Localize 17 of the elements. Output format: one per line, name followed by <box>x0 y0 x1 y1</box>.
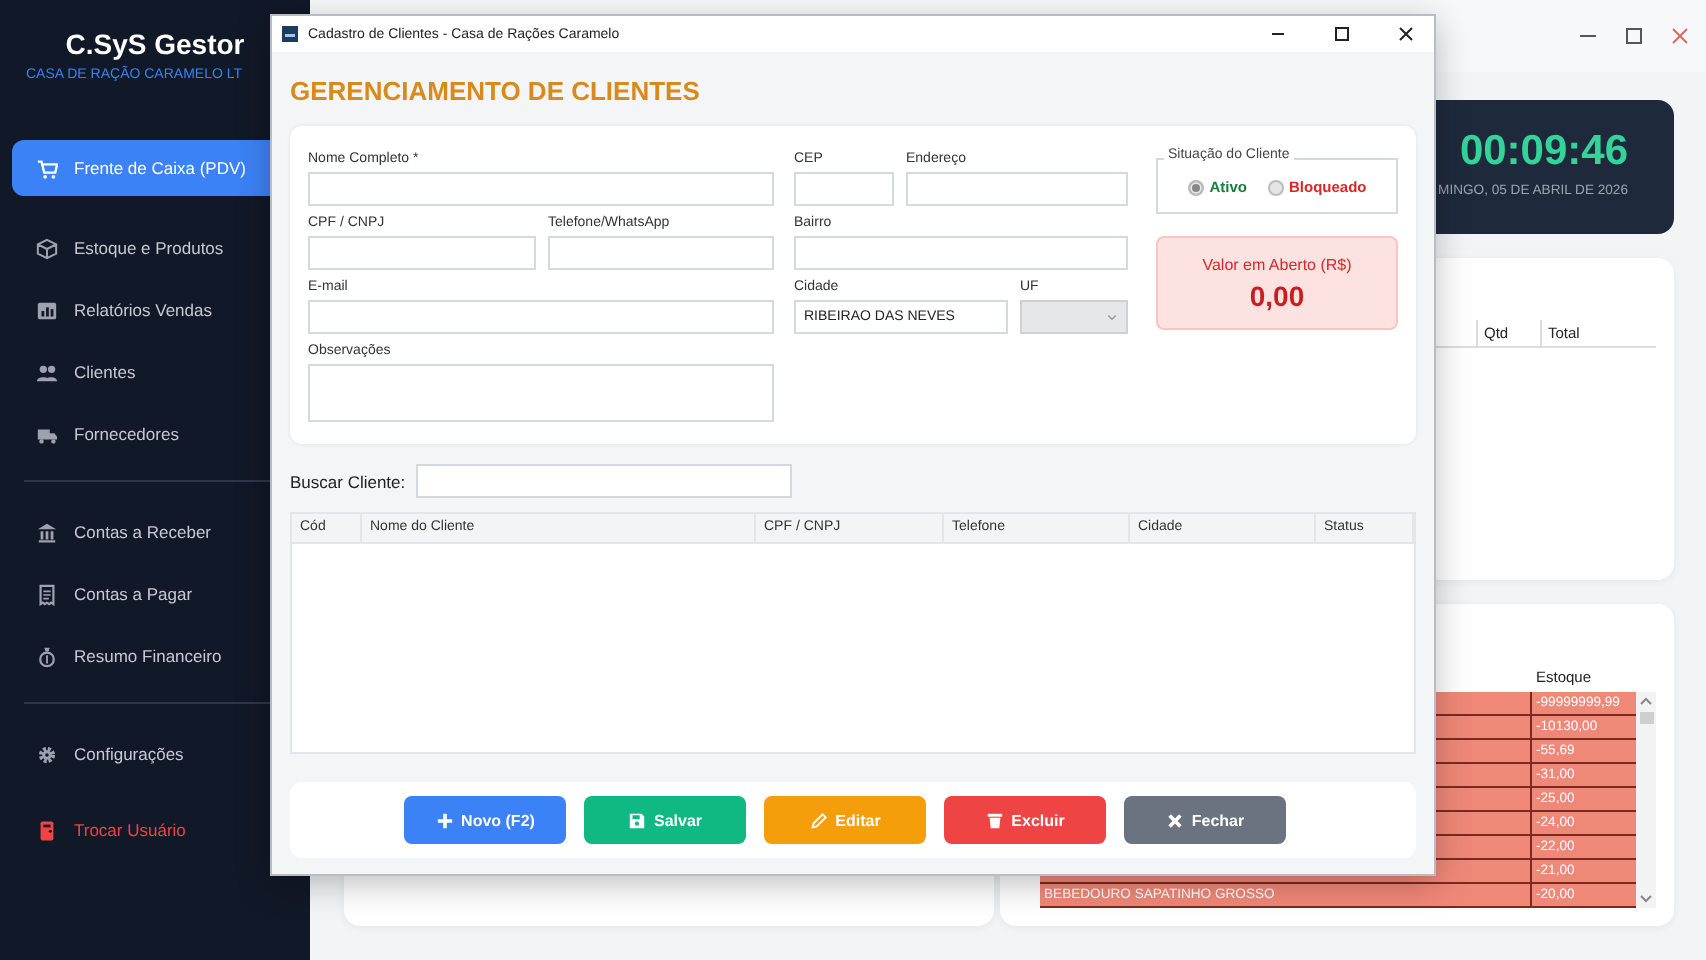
nav-item[interactable]: Relatórios Vendas <box>12 282 310 338</box>
new-button[interactable]: Novo (F2) <box>404 796 566 844</box>
nav-item[interactable]: Estoque e Produtos <box>12 220 310 276</box>
nav-item[interactable]: Fornecedores <box>12 406 310 462</box>
clock-time: 00:09:46 <box>1459 128 1628 176</box>
app-logo: C.SyS Gestor <box>65 28 245 62</box>
nav-item[interactable]: Configurações <box>12 726 310 782</box>
page-heading: GERENCIAMENTO DE CLIENTES <box>290 74 702 108</box>
balance-label: Valor em Aberto (R$) <box>1202 255 1352 273</box>
logout-item[interactable]: Trocar Usuário <box>12 802 310 858</box>
nav-item[interactable]: Clientes <box>12 344 310 400</box>
search-label: Buscar Cliente: <box>290 471 406 491</box>
close-button[interactable]: Fechar <box>1124 796 1286 844</box>
nav-item[interactable]: Contas a Pagar <box>12 566 310 622</box>
nav-item[interactable]: Resumo Financeiro <box>12 628 310 684</box>
balance-value: 0,00 <box>1249 279 1305 311</box>
delete-button[interactable]: Excluir <box>944 796 1106 844</box>
